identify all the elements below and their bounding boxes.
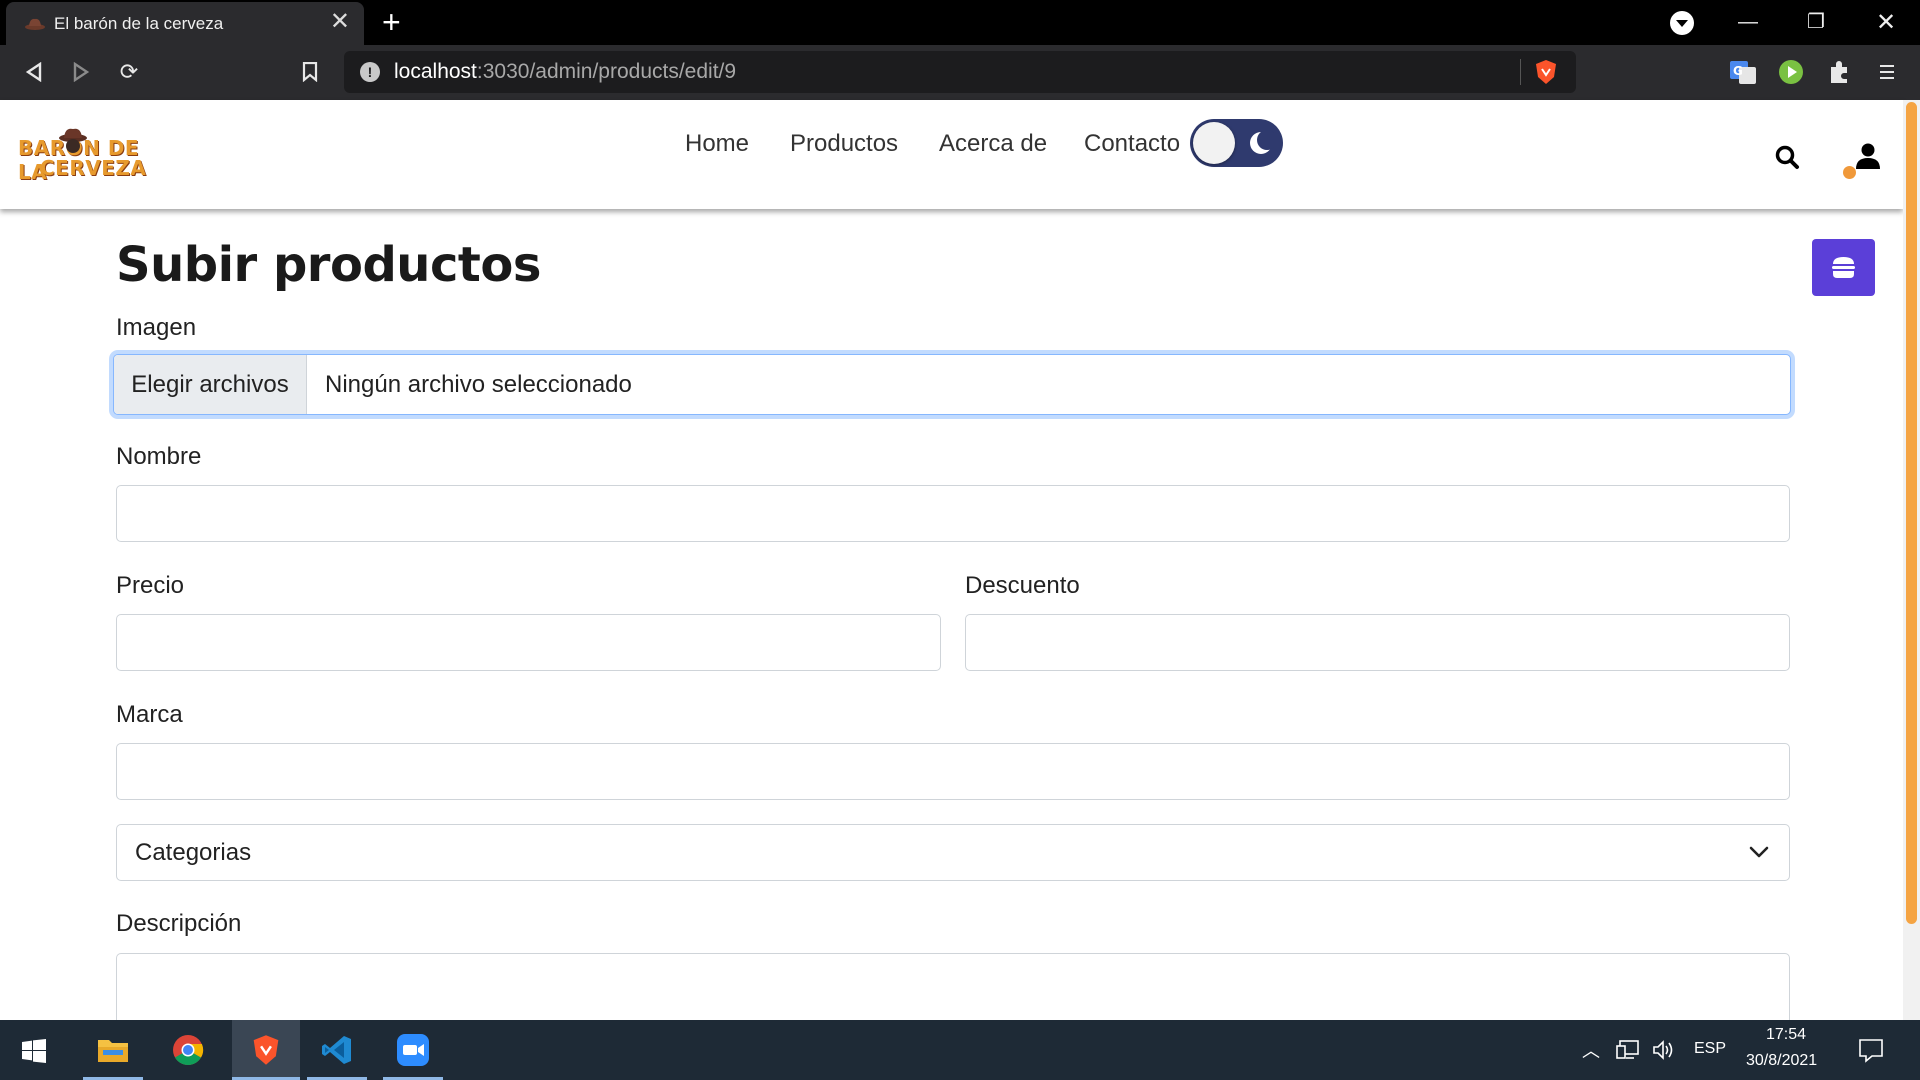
windows-start-icon[interactable] [22, 1039, 46, 1063]
hamburger-food-icon [1832, 257, 1855, 278]
volume-icon[interactable] [1652, 1039, 1676, 1061]
network-icon[interactable] [1616, 1039, 1640, 1061]
vscode-icon [322, 1036, 351, 1064]
chrome-icon [173, 1035, 204, 1066]
play-extension-icon[interactable] [1777, 58, 1805, 86]
nav-productos[interactable]: Productos [790, 130, 898, 158]
reload-icon[interactable]: ⟳ [112, 55, 146, 89]
moon-icon [1250, 130, 1274, 154]
clock-date[interactable]: 30/8/2021 [1746, 1052, 1817, 1070]
dark-mode-toggle[interactable] [1190, 119, 1283, 167]
file-status-text: Ningún archivo seleccionado [325, 371, 632, 398]
nav-home[interactable]: Home [685, 130, 749, 158]
folder-icon [98, 1040, 128, 1062]
hat-favicon-icon [25, 18, 45, 30]
taskbar-file-explorer[interactable] [83, 1020, 143, 1080]
new-tab-icon[interactable]: + [382, 6, 401, 38]
restore-icon[interactable]: ❐ [1788, 0, 1844, 45]
category-select[interactable]: Categorias [116, 824, 1790, 881]
url-text: localhost:3030/admin/products/edit/9 [394, 60, 737, 83]
page-scrollbar[interactable] [1903, 100, 1920, 1020]
zoom-icon [397, 1034, 429, 1066]
bookmark-icon[interactable] [293, 55, 327, 89]
windows-taskbar: ︿ ESP 17:54 30/8/2021 [0, 1020, 1920, 1080]
taskbar-vscode[interactable] [307, 1020, 367, 1080]
page-title: Subir productos [116, 237, 541, 293]
logo-line-2: CERVEZA [40, 156, 147, 180]
back-icon[interactable] [17, 55, 51, 89]
nav-contacto[interactable]: Contacto [1084, 130, 1180, 158]
name-label: Nombre [116, 443, 202, 470]
translate-extension-icon[interactable]: G [1729, 58, 1757, 86]
close-window-icon[interactable]: ✕ [1858, 0, 1914, 45]
browser-menu-icon[interactable] [1873, 58, 1901, 86]
scrollbar-thumb[interactable] [1906, 102, 1917, 924]
image-label: Imagen [116, 314, 197, 341]
category-selected-value: Categorias [135, 839, 252, 866]
logo-hat-icon [59, 128, 87, 153]
brave-shield-icon[interactable] [1534, 59, 1558, 85]
image-file-input[interactable]: Elegir archivos Ningún archivo seleccion… [113, 354, 1791, 415]
discount-label: Descuento [965, 572, 1080, 599]
chevron-down-icon [1749, 846, 1769, 858]
taskbar-brave[interactable] [232, 1020, 300, 1080]
name-field[interactable] [116, 485, 1790, 542]
tray-overflow-chevron-icon[interactable]: ︿ [1582, 1037, 1600, 1063]
brand-field[interactable] [116, 743, 1790, 800]
extensions-puzzle-icon[interactable] [1825, 58, 1853, 86]
toggle-knob [1193, 122, 1235, 164]
browser-titlebar: El barón de la cerveza ✕ + — ❐ ✕ [0, 0, 1920, 45]
minimize-icon[interactable]: — [1720, 0, 1776, 45]
burger-menu-button[interactable] [1812, 239, 1875, 296]
notifications-icon[interactable] [1858, 1037, 1884, 1063]
brave-icon [253, 1035, 279, 1065]
tab-close-icon[interactable]: ✕ [330, 10, 350, 34]
brand-label: Marca [116, 701, 183, 728]
svg-text:G: G [1733, 64, 1743, 78]
user-notification-dot [1843, 166, 1856, 179]
tab-title: El barón de la cerveza [54, 14, 224, 33]
user-icon[interactable] [1855, 142, 1881, 170]
profile-dropdown-icon[interactable] [1670, 11, 1694, 35]
choose-files-button[interactable]: Elegir archivos [114, 355, 307, 414]
description-label: Descripción [116, 910, 242, 937]
address-bar[interactable]: ! localhost:3030/admin/products/edit/9 [344, 51, 1576, 93]
browser-tab[interactable]: El barón de la cerveza ✕ [6, 2, 364, 45]
taskbar-chrome[interactable] [158, 1020, 218, 1080]
nav-acerca-de[interactable]: Acerca de [939, 130, 1047, 158]
site-logo[interactable]: BARÓN DE LA CERVEZA [18, 126, 163, 184]
price-field[interactable] [116, 614, 941, 671]
forward-icon[interactable] [64, 55, 98, 89]
site-info-icon[interactable]: ! [360, 62, 380, 82]
price-label: Precio [116, 572, 185, 599]
language-indicator[interactable]: ESP [1694, 1040, 1726, 1058]
taskbar-zoom[interactable] [383, 1020, 443, 1080]
discount-field[interactable] [965, 614, 1790, 671]
clock-time[interactable]: 17:54 [1766, 1026, 1806, 1044]
browser-toolbar: ⟳ ! localhost:3030/admin/products/edit/9… [0, 45, 1920, 100]
search-icon[interactable] [1774, 144, 1800, 170]
address-divider [1520, 59, 1521, 85]
